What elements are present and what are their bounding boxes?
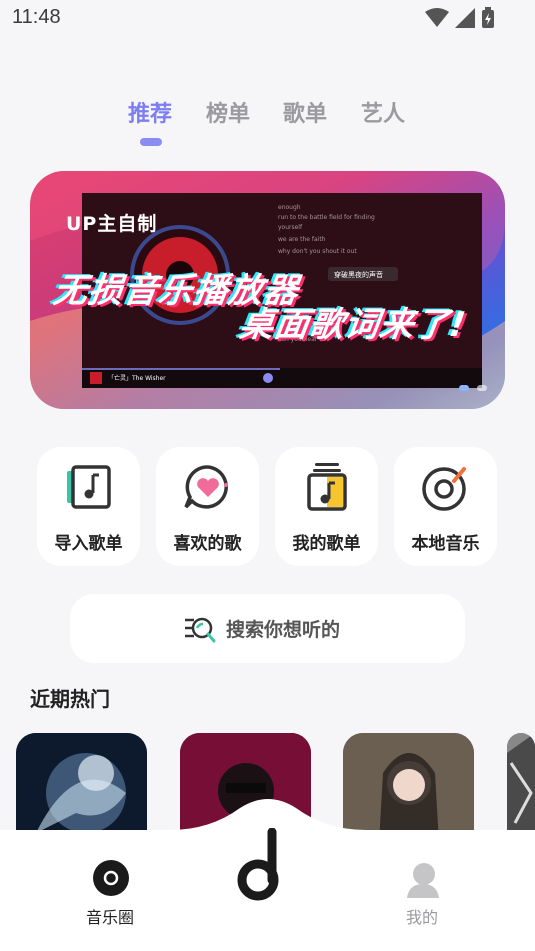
banner-badge: UP主自制	[66, 213, 158, 235]
status-bar: 11:48	[0, 0, 535, 36]
local-music-label: 本地音乐	[411, 534, 480, 554]
svg-text:we are the faith: we are the faith	[278, 236, 326, 243]
tab-artists[interactable]: 艺人	[361, 96, 405, 128]
app-logo-icon[interactable]	[236, 828, 288, 908]
status-icons	[425, 6, 495, 30]
status-time: 11:48	[12, 6, 61, 28]
carousel-dots	[459, 385, 487, 391]
vinyl-disc-icon	[422, 467, 466, 511]
banner-headline-2: 桌面歌词来了!	[236, 305, 469, 345]
carousel-dot[interactable]	[477, 385, 487, 391]
signal-icon	[455, 8, 475, 28]
profile-icon[interactable]	[405, 862, 441, 898]
music-circle-icon[interactable]	[93, 860, 129, 896]
tab-indicator	[140, 138, 162, 146]
import-playlist-button[interactable]: 导入歌单	[37, 447, 140, 566]
tab-playlists[interactable]: 歌单	[283, 96, 327, 128]
heart-chat-icon	[184, 465, 228, 509]
import-playlist-label: 导入歌单	[54, 534, 123, 554]
my-playlist-icon	[307, 463, 347, 511]
my-playlist-label: 我的歌单	[292, 534, 361, 554]
import-playlist-icon	[67, 465, 111, 509]
tab-bar: 推荐 榜单 歌单 艺人	[0, 96, 535, 156]
svg-text:穿破黑夜的声音: 穿破黑夜的声音	[334, 270, 383, 279]
tab-charts[interactable]: 榜单	[206, 96, 250, 128]
search-input[interactable]: 搜索你想听的	[70, 594, 465, 663]
my-playlist-button[interactable]: 我的歌单	[275, 447, 378, 566]
carousel-dot[interactable]	[459, 385, 469, 391]
liked-songs-button[interactable]: 喜欢的歌	[156, 447, 259, 566]
local-music-button[interactable]: 本地音乐	[394, 447, 497, 566]
svg-text:run to the battle field for fi: run to the battle field for finding	[278, 214, 375, 221]
battery-charging-icon	[482, 7, 494, 28]
nav-label-profile[interactable]: 我的	[406, 904, 438, 928]
svg-text:why don't you shout it out: why don't you shout it out	[278, 248, 357, 255]
wifi-icon	[425, 8, 449, 27]
svg-text:「亡灵」The Wisher: 「亡灵」The Wisher	[108, 374, 166, 382]
search-placeholder: 搜索你想听的	[226, 619, 341, 641]
svg-text:yourself: yourself	[278, 224, 303, 231]
bottom-navigation: 音乐圈 我的	[0, 790, 535, 951]
section-title: 近期热门	[30, 687, 110, 711]
tab-recommend[interactable]: 推荐	[128, 96, 172, 128]
svg-text:enough: enough	[278, 204, 301, 211]
promo-banner[interactable]: enough run to the battle field for findi…	[30, 171, 505, 409]
nav-label-music-circle[interactable]: 音乐圈	[86, 904, 134, 928]
liked-songs-label: 喜欢的歌	[173, 534, 242, 554]
search-list-icon	[185, 617, 216, 643]
